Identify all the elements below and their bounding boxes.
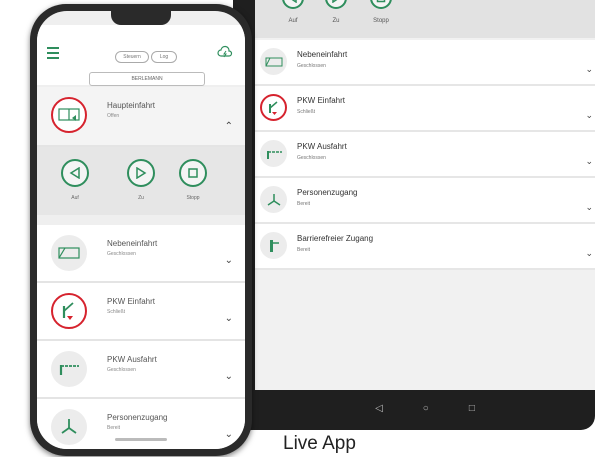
barrier-moving-icon [51,293,87,329]
phone-item-personenzugang[interactable]: Personenzugang Bereit ⌄ [37,399,245,449]
home-icon[interactable]: ○ [423,403,429,414]
tablet-item-personenzugang[interactable]: Personenzugang Bereit ⌄ [255,178,595,224]
chevron-down-icon[interactable]: ⌄ [225,255,233,266]
tablet-item-pkw-ausfahrt[interactable]: PKW Ausfahrt Geschlossen ⌄ [255,132,595,178]
tablet-close-label: Zu [332,18,340,24]
chevron-down-icon[interactable]: ⌄ [585,64,593,75]
tablet-open-label: Auf [288,18,298,24]
tablet-gate-list: Nebeneinfahrt Geschlossen ⌄ PKW Einfahrt… [255,40,595,270]
hamburger-menu-icon[interactable] [47,47,59,62]
tablet-stop-label: Stopp [373,18,389,24]
tablet-item-title: Personenzugang [297,188,358,197]
recent-apps-icon[interactable]: □ [469,403,475,414]
phone-stop-button[interactable] [179,159,207,187]
back-icon[interactable]: ◁ [375,403,383,414]
tablet-item-barrierefreier-zugang[interactable]: Barrierefreier Zugang Bereit ⌄ [255,224,595,270]
barrier-closed-icon [51,351,87,387]
square-stop-icon [376,0,386,3]
chevron-up-icon[interactable]: ⌃ [225,121,233,132]
tablet-item-nebeneinfahrt[interactable]: Nebeneinfahrt Geschlossen ⌄ [255,40,595,86]
phone-notch [111,11,171,25]
triangle-left-icon [69,167,80,179]
phone-gate-list: Haupteinfahrt Offen ⌃ Auf Zu Stopp Neben… [37,87,245,449]
tablet-nav-bar: ◁ ○ □ [255,394,595,422]
tablet-item-title: PKW Ausfahrt [297,142,347,151]
phone-item-status: Geschlossen [107,251,136,257]
door-icon [260,232,287,259]
caption-live-app: Live App [283,433,356,454]
tablet-item-status: Bereit [297,201,311,207]
phone-item-nebeneinfahrt[interactable]: Nebeneinfahrt Geschlossen ⌄ [37,225,245,283]
square-stop-icon [188,168,198,178]
tablet-item-status: Geschlossen [297,63,326,69]
chevron-down-icon[interactable]: ⌄ [585,156,593,167]
tablet-item-status: Bereit [297,247,311,253]
tablet-item-title: Barrierefreier Zugang [297,234,374,243]
chevron-down-icon[interactable]: ⌄ [585,248,593,259]
triangle-right-icon [136,167,147,179]
phone-item-title: Haupteinfahrt [107,101,156,110]
phone-item-pkw-ausfahrt[interactable]: PKW Ausfahrt Geschlossen ⌄ [37,341,245,399]
tablet-item-title: Nebeneinfahrt [297,50,348,59]
tablet-item-pkw-einfahrt[interactable]: PKW Einfahrt Schließt ⌄ [255,86,595,132]
location-selector[interactable]: BERLEMANN [89,72,205,86]
tab-steuern[interactable]: Steuern [115,51,149,63]
tablet-device: Auf Zu Stopp Nebeneinfahrt Geschlossen ⌄ [233,0,595,430]
triangle-left-icon [291,0,297,3]
phone-item-status: Bereit [107,425,121,431]
phone-item-status: Schließt [107,309,126,315]
tablet-gate-controls: Auf Zu Stopp [255,0,595,38]
chevron-down-icon[interactable]: ⌄ [585,202,593,213]
phone-screen: Steuern Log BERLEMANN Haupteinfahrt Offe… [37,11,245,449]
tablet-open-button[interactable] [282,0,304,9]
tablet-item-title: PKW Einfahrt [297,96,346,105]
barrier-moving-icon [260,94,287,121]
sliding-gate-icon [260,48,287,75]
tablet-close-button[interactable] [325,0,347,9]
phone-item-title: PKW Einfahrt [107,297,156,306]
cloud-sync-icon[interactable] [217,45,233,64]
sliding-gate-opening-icon [51,97,87,133]
tab-log[interactable]: Log [151,51,177,63]
barrier-closed-icon [260,140,287,167]
chevron-down-icon[interactable]: ⌄ [225,313,233,324]
chevron-down-icon[interactable]: ⌄ [585,110,593,121]
chevron-down-icon[interactable]: ⌄ [225,371,233,382]
phone-item-title: Nebeneinfahrt [107,239,158,248]
phone-open-label: Auf [71,195,79,201]
phone-item-title: Personenzugang [107,413,168,422]
chevron-down-icon[interactable]: ⌄ [225,429,233,440]
tablet-item-status: Geschlossen [297,155,326,161]
phone-item-title: PKW Ausfahrt [107,355,157,364]
phone-device: Steuern Log BERLEMANN Haupteinfahrt Offe… [30,4,252,456]
turnstile-icon [51,409,87,445]
phone-item-haupteinfahrt[interactable]: Haupteinfahrt Offen ⌃ [37,87,245,147]
phone-stop-label: Stopp [186,195,200,201]
sliding-gate-icon [51,235,87,271]
tablet-item-status: Schließt [297,109,316,115]
phone-close-button[interactable] [127,159,155,187]
phone-header: Steuern Log BERLEMANN [37,25,245,86]
phone-item-pkw-einfahrt[interactable]: PKW Einfahrt Schließt ⌄ [37,283,245,341]
phone-gate-controls: Auf Zu Stopp [37,147,245,225]
home-indicator[interactable] [115,438,167,441]
turnstile-icon [260,186,287,213]
tablet-stop-button[interactable] [370,0,392,9]
phone-open-button[interactable] [61,159,89,187]
phone-item-status: Geschlossen [107,367,136,373]
phone-item-status: Offen [107,113,120,119]
tablet-screen: Auf Zu Stopp Nebeneinfahrt Geschlossen ⌄ [255,0,595,390]
phone-close-label: Zu [138,195,144,201]
triangle-right-icon [332,0,338,3]
